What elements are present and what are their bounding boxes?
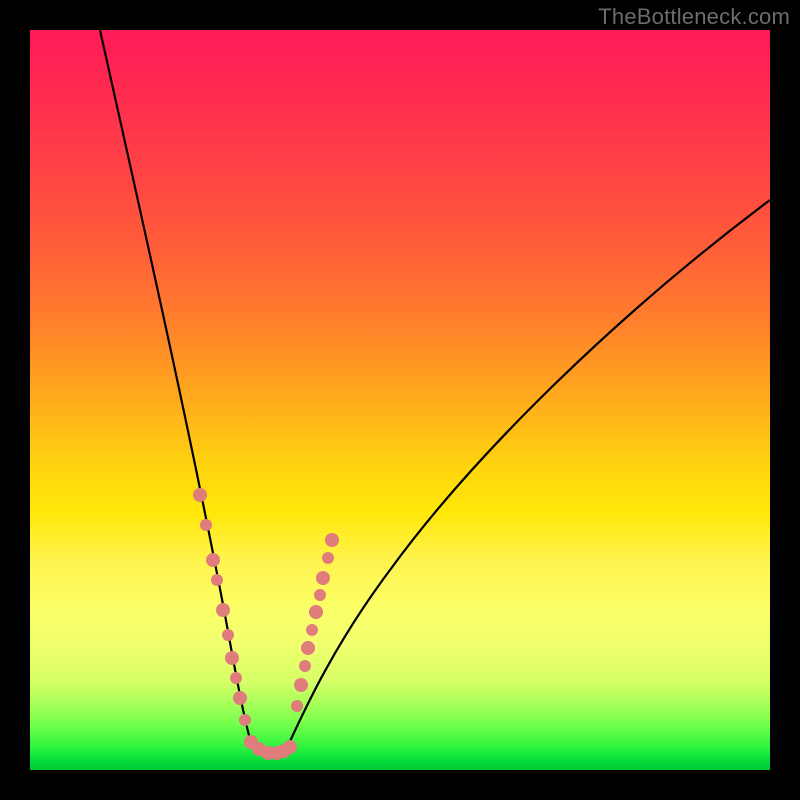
right-branch-curve (286, 200, 770, 750)
plot-area (30, 30, 770, 770)
watermark-text: TheBottleneck.com (598, 4, 790, 30)
curve-layer (30, 30, 770, 770)
chart-canvas: TheBottleneck.com (0, 0, 800, 800)
right-branch-markers (291, 533, 339, 712)
trough-markers (244, 735, 297, 760)
left-branch-markers (193, 488, 251, 726)
